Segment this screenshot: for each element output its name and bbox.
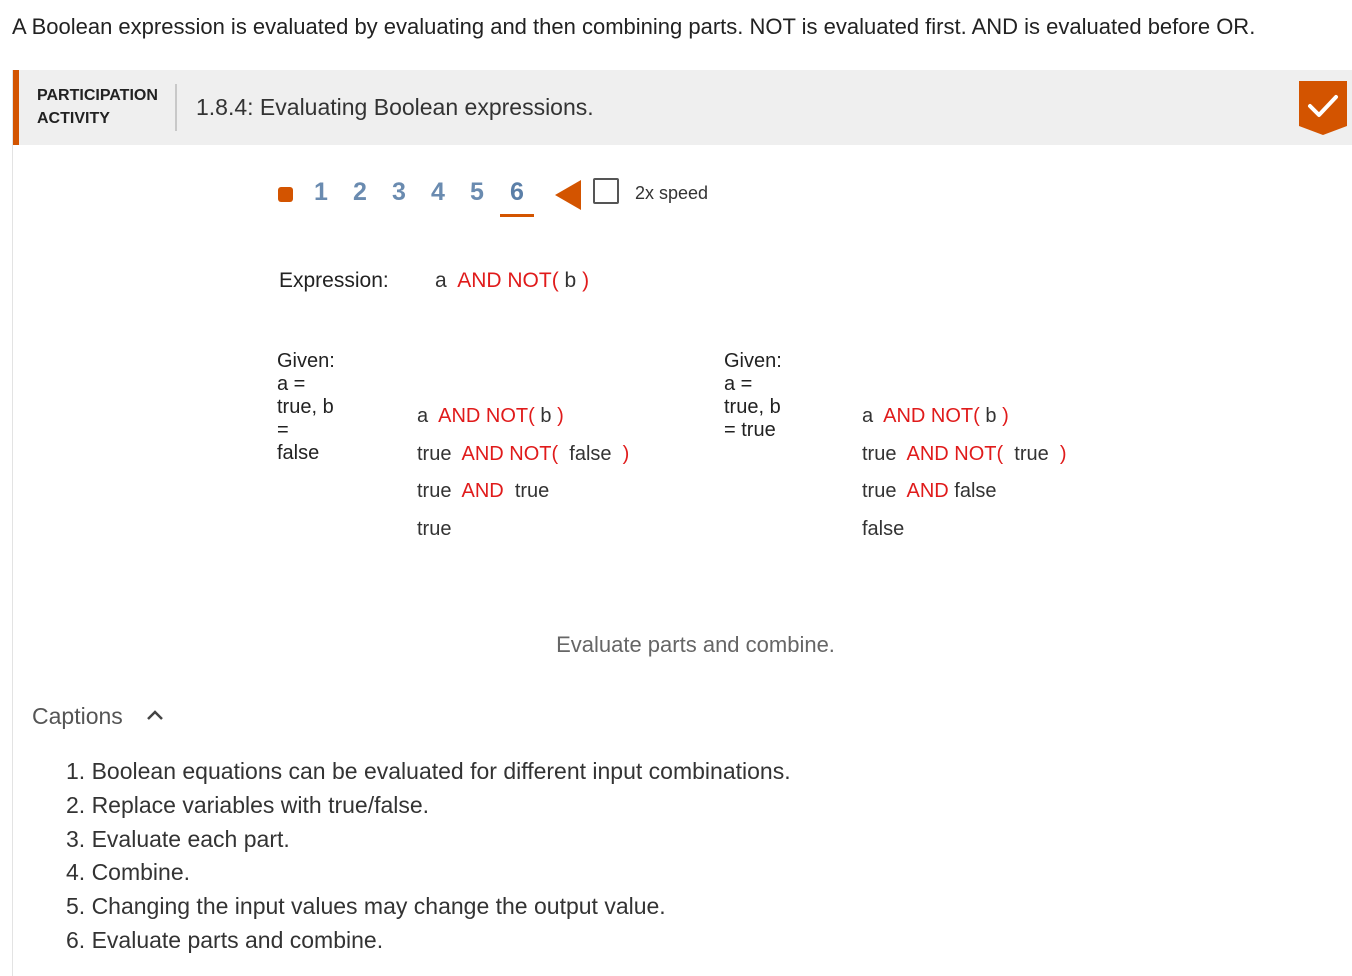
header-divider (175, 84, 177, 131)
given-right: Given: a = true, b = true (724, 350, 782, 441)
right-step-line-3: true AND false (862, 480, 997, 503)
right-step-line-2: true AND NOT( true ) (862, 443, 1067, 466)
expr-close-paren: ) (582, 269, 590, 292)
left-step-line-3: true AND true (417, 480, 549, 503)
left-line2-close: ) (622, 443, 630, 465)
expr-var-b: b (564, 269, 577, 292)
caption-item-6: 6. Evaluate parts and combine. (66, 926, 384, 953)
left-line3-b: true (514, 480, 550, 502)
left-step-line-1: a AND NOT( b ) (417, 405, 564, 428)
captions-list: 1. Boolean equations can be evaluated fo… (66, 756, 791, 959)
caption-item-5: 5. Changing the input values may change … (66, 893, 666, 920)
activity-title: 1.8.4: Evaluating Boolean expressions. (196, 94, 594, 120)
expr-var-a: a (435, 269, 447, 292)
right-line2-op: AND NOT( (906, 443, 1004, 465)
speed-checkbox[interactable] (593, 178, 619, 204)
left-line3-op: AND (461, 480, 504, 502)
speed-label: 2x speed (635, 183, 709, 203)
right-line2-a: true (862, 443, 897, 465)
checkmark-icon (1299, 81, 1347, 135)
caption-item-1: 1. Boolean equations can be evaluated fo… (66, 758, 791, 784)
step-5-button[interactable]: 5 (462, 178, 492, 207)
left-line1-op: AND NOT( (438, 405, 535, 427)
expression: a AND NOT( b ) (435, 269, 589, 293)
left-line1-a: a (417, 405, 429, 427)
left-step-line-2: true AND NOT( false ) (417, 443, 629, 466)
chevron-up-icon (147, 710, 163, 720)
right-line3-b: false (954, 480, 997, 502)
given-left: Given: a = true, b = false (277, 350, 335, 464)
right-line2-close: ) (1059, 443, 1067, 465)
start-button[interactable] (278, 187, 293, 202)
animation-controls: 1 2 3 4 5 6 2x speed (278, 176, 718, 220)
step-6-button[interactable]: 6 (502, 178, 532, 207)
expression-label: Expression: (279, 269, 389, 292)
step-3-button[interactable]: 3 (384, 178, 414, 207)
step-1-button[interactable]: 1 (306, 178, 336, 207)
left-line2-a: true (417, 443, 452, 465)
left-result: true (417, 518, 452, 540)
right-line1-op: AND NOT( (883, 405, 980, 427)
current-caption: Evaluate parts and combine. (556, 632, 835, 657)
right-line1-close: ) (1002, 405, 1009, 427)
right-line3-a: true (862, 480, 897, 502)
accent-bar (13, 70, 19, 145)
activity-type-line2: ACTIVITY (37, 110, 110, 127)
left-line2-op: AND NOT( (461, 443, 559, 465)
right-line2-b: true (1014, 443, 1049, 465)
right-result: false (862, 518, 905, 540)
captions-toggle[interactable]: Captions (32, 703, 163, 730)
caption-item-4: 4. Combine. (66, 859, 191, 886)
play-icon[interactable] (554, 179, 582, 211)
current-step-indicator (500, 214, 534, 217)
captions-label: Captions (32, 703, 123, 729)
right-line3-op: AND (906, 480, 949, 502)
activity-header: PARTICIPATION ACTIVITY 1.8.4: Evaluating… (13, 70, 1352, 145)
caption-item-2: 2. Replace variables with true/false. (66, 791, 430, 818)
activity-type-line1: PARTICIPATION (37, 87, 158, 104)
right-step-line-1: a AND NOT( b ) (862, 405, 1009, 428)
left-line1-b: b (540, 405, 552, 427)
intro-paragraph: A Boolean expression is evaluated by eva… (12, 14, 1256, 39)
step-4-button[interactable]: 4 (423, 178, 453, 207)
left-line2-b: false (569, 443, 612, 465)
right-line1-a: a (862, 405, 874, 427)
right-line1-b: b (985, 405, 997, 427)
step-2-button[interactable]: 2 (345, 178, 375, 207)
activity-type: PARTICIPATION ACTIVITY (37, 84, 158, 130)
left-line3-a: true (417, 480, 452, 502)
participation-activity: PARTICIPATION ACTIVITY 1.8.4: Evaluating… (12, 70, 1352, 976)
expr-operator: AND NOT( (457, 269, 559, 292)
left-line1-close: ) (557, 405, 564, 427)
caption-item-3: 3. Evaluate each part. (66, 825, 290, 852)
